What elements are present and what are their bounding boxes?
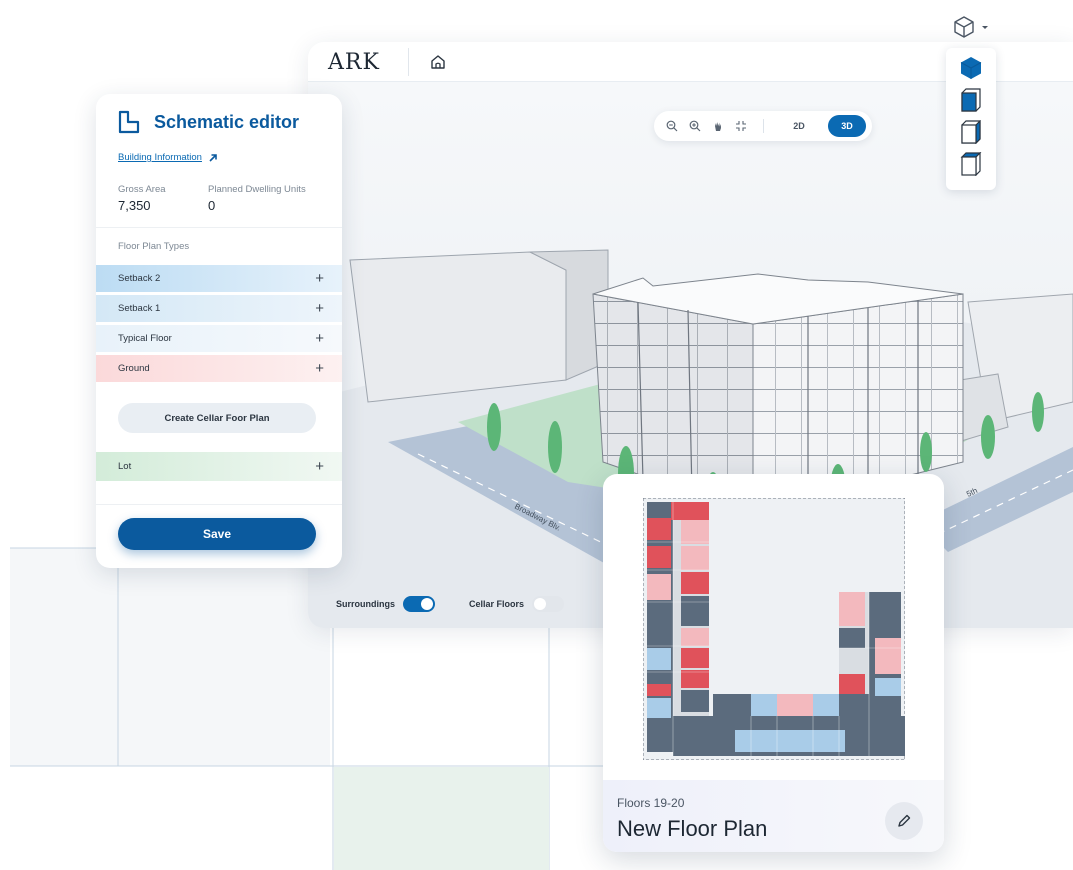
- building-information-label: Building Information: [118, 152, 202, 163]
- floor-plan-row-ground[interactable]: Ground +: [96, 355, 342, 383]
- app-stage: ARK Broadway Blv. 5th 2D 3D Surroundings…: [0, 0, 1073, 870]
- floor-plan-label: Setback 2: [118, 273, 161, 284]
- panel-title: Schematic editor: [154, 112, 300, 132]
- edit-floor-plan-button[interactable]: [885, 802, 923, 840]
- floor-plan-icon: [118, 110, 140, 134]
- pan-hand-icon: [714, 122, 721, 131]
- toggle-knob: [534, 598, 547, 610]
- fit-view-button[interactable]: [734, 119, 747, 133]
- add-icon[interactable]: +: [315, 331, 324, 346]
- zoom-out-icon: [666, 120, 678, 132]
- floor-plan-card[interactable]: Floors 19-20 New Floor Plan: [603, 474, 944, 852]
- cube-front-icon[interactable]: [959, 88, 983, 112]
- toolbar-separator: [763, 119, 764, 133]
- add-icon[interactable]: +: [315, 361, 324, 376]
- topbar-divider: [408, 48, 409, 76]
- dwelling-units-label: Planned Dwelling Units: [208, 184, 306, 195]
- floor-plan-types-label: Floor Plan Types: [118, 241, 190, 252]
- surroundings-toggle[interactable]: [403, 596, 435, 612]
- ark-logo[interactable]: ARK: [328, 50, 380, 75]
- cellar-floors-toggle[interactable]: [532, 596, 565, 612]
- floor-plan-row-setback-2[interactable]: Setback 2 +: [96, 265, 342, 293]
- cube-top-icon[interactable]: [959, 152, 983, 176]
- schematic-editor-panel: Schematic editor Building Information Gr…: [96, 94, 342, 568]
- home-icon: [431, 55, 445, 69]
- mode-3d-button[interactable]: 3D: [827, 115, 866, 137]
- cellar-floors-label: Cellar Floors: [469, 599, 525, 609]
- panel-divider: [96, 504, 342, 505]
- gross-area-label: Gross Area: [118, 184, 166, 195]
- view-toolbar: 2D 3D: [654, 111, 872, 141]
- floor-plan-card-footer: Floors 19-20 New Floor Plan: [603, 780, 944, 852]
- building-information-link[interactable]: Building Information: [118, 152, 218, 163]
- cube-outline-icon: [954, 16, 974, 38]
- add-icon[interactable]: +: [315, 271, 324, 286]
- floor-plan-label: Ground: [118, 363, 150, 374]
- create-cellar-floor-plan-button[interactable]: Create Cellar Foor Plan: [118, 403, 316, 433]
- view-cube-dropdown: [946, 10, 996, 190]
- mode-2d-button[interactable]: 2D: [780, 115, 818, 137]
- external-arrow-icon: [209, 153, 217, 162]
- floors-range: Floors 19-20: [617, 796, 685, 810]
- gross-area-value: 7,350: [118, 198, 151, 213]
- dwelling-units-value: 0: [208, 198, 216, 213]
- floor-plan-row-typical-floor[interactable]: Typical Floor +: [96, 325, 342, 353]
- zoom-in-icon: [689, 120, 701, 132]
- floor-plan-label: Typical Floor: [118, 333, 172, 344]
- panel-divider: [96, 227, 342, 228]
- view-cube-trigger[interactable]: [952, 10, 994, 44]
- home-button[interactable]: [426, 50, 450, 74]
- floor-plan-title: New Floor Plan: [617, 816, 768, 841]
- zoom-in-button[interactable]: [689, 119, 702, 133]
- toggle-knob: [421, 598, 433, 610]
- lot-row[interactable]: Lot +: [96, 452, 342, 482]
- floor-plan-row-setback-1[interactable]: Setback 1 +: [96, 295, 342, 323]
- pencil-icon: [898, 814, 911, 827]
- add-icon[interactable]: +: [315, 301, 324, 316]
- zoom-out-button[interactable]: [666, 119, 679, 133]
- floor-plan-label: Setback 1: [118, 303, 161, 314]
- add-icon[interactable]: +: [315, 459, 324, 474]
- fit-view-icon: [735, 121, 746, 131]
- lot-label: Lot: [118, 461, 132, 472]
- save-button[interactable]: Save: [118, 518, 316, 550]
- floor-plan-thumbnail[interactable]: [643, 498, 905, 760]
- pan-button[interactable]: [712, 119, 725, 133]
- cube-side-icon[interactable]: [959, 120, 983, 144]
- view-cube-menu: [946, 48, 996, 190]
- surroundings-label: Surroundings: [336, 599, 395, 609]
- viewer-toggles: Surroundings Cellar Floors: [336, 594, 565, 614]
- chevron-down-icon: [982, 26, 988, 29]
- cube-iso-icon[interactable]: [959, 56, 983, 80]
